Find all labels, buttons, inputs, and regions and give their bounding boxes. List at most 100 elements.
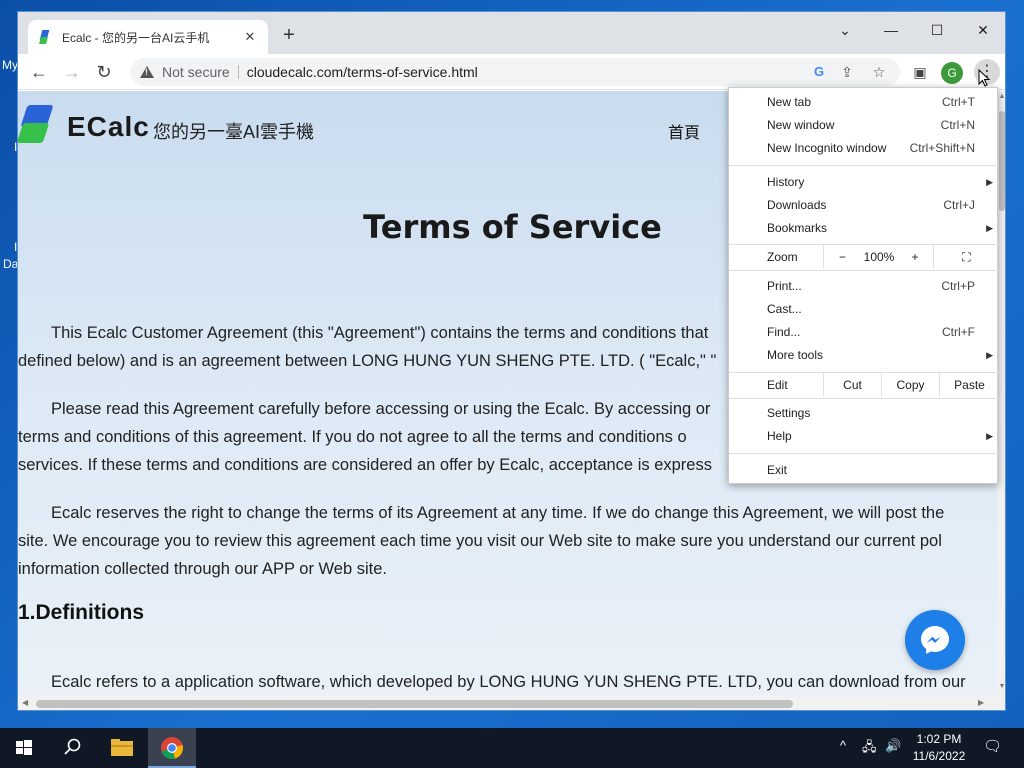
menu-item-label: Cast... <box>767 302 802 316</box>
minimize-button[interactable]: — <box>876 17 906 43</box>
menu-item-history[interactable]: History ▶ <box>729 171 999 194</box>
copy-button[interactable]: Copy <box>881 373 939 397</box>
paragraph: Ecalc refers to a application software, … <box>18 668 1005 696</box>
browser-tab[interactable]: Ecalc - 您的另一台AI云手机 ✕ <box>28 20 268 54</box>
scroll-right-arrow-icon[interactable]: ▶ <box>978 698 984 707</box>
horizontal-scroll-thumb[interactable] <box>36 700 793 708</box>
menu-item-label: Find... <box>767 325 801 339</box>
desktop-icon-label[interactable]: My <box>2 58 18 72</box>
menu-separator <box>729 453 999 454</box>
nav-link-home[interactable]: 首頁 <box>668 119 700 143</box>
paragraph-line: site. We encourage you to review this ag… <box>18 532 942 550</box>
system-clock[interactable]: 1:02 PM 11/6/2022 <box>905 731 973 765</box>
horizontal-scrollbar[interactable]: ◀ ▶ <box>18 695 1005 710</box>
paste-button[interactable]: Paste <box>939 373 999 397</box>
scroll-down-arrow-icon[interactable]: ▼ <box>997 683 1005 690</box>
menu-zoom-row: Zoom − 100% + ⛶ <box>729 245 999 269</box>
side-panel-icon[interactable]: ▣ <box>910 62 930 82</box>
close-window-button[interactable]: ✕ <box>968 17 998 43</box>
scroll-left-arrow-icon[interactable]: ◀ <box>22 698 28 707</box>
taskbar: ^ 🖧 🔊 1:02 PM 11/6/2022 🗨 <box>0 728 1024 768</box>
paragraph: Ecalc reserves the right to change the t… <box>18 499 1005 583</box>
chrome-icon <box>161 737 183 760</box>
tab-search-dropdown-icon[interactable]: ⌄ <box>830 17 860 43</box>
menu-item-new-window[interactable]: New window Ctrl+N <box>729 114 999 137</box>
chrome-taskbar-button[interactable] <box>148 728 196 768</box>
fullscreen-icon[interactable]: ⛶ <box>933 245 999 269</box>
menu-separator <box>729 398 999 399</box>
share-icon[interactable]: ⇪ <box>838 63 856 81</box>
network-icon[interactable]: 🖧 <box>862 738 877 760</box>
menu-item-help[interactable]: Help ▶ <box>729 425 999 448</box>
menu-item-print[interactable]: Print... Ctrl+P <box>729 275 999 298</box>
menu-item-label: New Incognito window <box>767 141 887 155</box>
forward-arrow-icon[interactable]: → <box>59 59 85 85</box>
show-hidden-icons-chevron-icon[interactable]: ^ <box>840 738 846 753</box>
menu-item-label: Settings <box>767 406 811 420</box>
paragraph-line: Ecalc refers to a application software, … <box>51 673 966 691</box>
zoom-out-button[interactable]: − <box>823 245 861 269</box>
menu-item-settings[interactable]: Settings <box>729 402 999 425</box>
notifications-icon[interactable]: 🗨 <box>983 737 1002 755</box>
paragraph-line: Ecalc reserves the right to change the t… <box>51 504 945 522</box>
windows-logo-icon <box>16 740 32 755</box>
site-name: ECalc <box>67 111 150 142</box>
zoom-in-button[interactable]: + <box>897 245 933 269</box>
menu-item-label: History <box>767 175 805 189</box>
tab-strip: Ecalc - 您的另一台AI云手机 ✕ + ⌄ — ☐ ✕ <box>18 12 1005 54</box>
menu-item-exit[interactable]: Exit <box>729 459 999 482</box>
menu-item-downloads[interactable]: Downloads Ctrl+J <box>729 194 999 217</box>
reload-icon[interactable]: ↻ <box>91 59 117 85</box>
maximize-button[interactable]: ☐ <box>922 17 952 43</box>
ecalc-logo-icon <box>18 105 54 143</box>
profile-avatar[interactable]: G <box>941 62 963 84</box>
volume-icon[interactable]: 🔊 <box>885 738 901 754</box>
menu-item-cast[interactable]: Cast... <box>729 298 999 321</box>
menu-item-label: Help <box>767 429 792 443</box>
tab-title: Ecalc - 您的另一台AI云手机 <box>62 30 210 45</box>
menu-item-label: New tab <box>767 95 812 109</box>
menu-item-label: Exit <box>767 463 788 477</box>
folder-icon <box>111 739 133 756</box>
menu-item-bookmarks[interactable]: Bookmarks ▶ <box>729 217 999 240</box>
menu-item-more-tools[interactable]: More tools ▶ <box>729 344 999 367</box>
bookmark-star-icon[interactable]: ☆ <box>870 63 888 81</box>
menu-item-label: More tools <box>767 348 824 362</box>
menu-item-find[interactable]: Find... Ctrl+F <box>729 321 999 344</box>
security-status[interactable]: Not secure <box>162 65 239 79</box>
menu-item-label: Print... <box>767 279 802 293</box>
menu-item-shortcut: Ctrl+J <box>943 198 975 212</box>
menu-item-label: Bookmarks <box>767 221 828 235</box>
messenger-icon <box>921 626 949 654</box>
clock-time: 1:02 PM <box>916 732 962 746</box>
menu-item-shortcut: Ctrl+T <box>942 95 975 109</box>
edit-label: Edit <box>767 378 788 392</box>
site-tagline: 您的另一臺AI雲手機 <box>153 122 315 142</box>
menu-edit-row: Edit Cut Copy Paste <box>729 373 999 397</box>
search-button[interactable] <box>48 728 96 768</box>
menu-item-shortcut: Ctrl+P <box>941 279 975 293</box>
vertical-scroll-thumb[interactable] <box>999 111 1005 211</box>
warning-icon[interactable] <box>140 66 154 78</box>
menu-item-shortcut: Ctrl+Shift+N <box>909 141 975 155</box>
new-tab-button[interactable]: + <box>277 24 301 48</box>
zoom-label: Zoom <box>767 250 798 264</box>
address-bar[interactable]: Not secure cloudecalc.com/terms-of-servi… <box>130 58 900 86</box>
tab-close-icon[interactable]: ✕ <box>242 29 258 45</box>
messenger-chat-button[interactable] <box>905 610 965 670</box>
back-arrow-icon[interactable]: ← <box>26 59 52 85</box>
paragraph-line: information collected through our APP or… <box>18 560 388 578</box>
mouse-cursor-icon <box>978 69 990 87</box>
google-translate-icon[interactable]: G <box>810 63 828 81</box>
browser-toolbar: ← → ↻ Not secure cloudecalc.com/terms-of… <box>18 54 1005 90</box>
menu-item-new-tab[interactable]: New tab Ctrl+T <box>729 91 999 114</box>
menu-item-new-incognito-window[interactable]: New Incognito window Ctrl+Shift+N <box>729 137 999 160</box>
zoom-level: 100% <box>863 250 895 264</box>
start-button[interactable] <box>0 728 48 768</box>
file-explorer-button[interactable] <box>98 728 146 768</box>
menu-item-label: Downloads <box>767 198 827 212</box>
cut-button[interactable]: Cut <box>823 373 881 397</box>
menu-item-label: New window <box>767 118 835 132</box>
url-text[interactable]: cloudecalc.com/terms-of-service.html <box>239 64 478 80</box>
search-icon <box>64 738 81 755</box>
